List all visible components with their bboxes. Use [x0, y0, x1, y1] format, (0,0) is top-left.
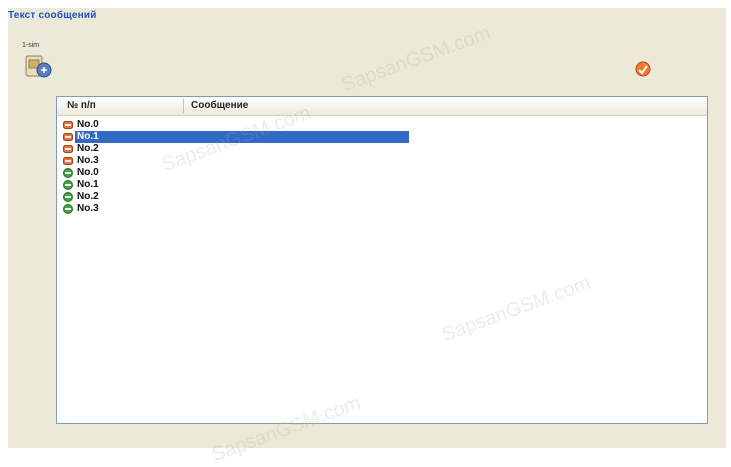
phone-message-icon: [63, 192, 73, 202]
list-item[interactable]: No.0: [57, 119, 707, 131]
sim-message-icon: [63, 156, 73, 166]
sim-message-icon: [63, 132, 73, 142]
messages-list[interactable]: № п/п Сообщение No.0 No.1 No.2 No.3 No.0 No.1…: [56, 96, 708, 424]
list-item[interactable]: No.3: [57, 203, 707, 215]
list-item-label: No.0: [77, 167, 99, 178]
messages-panel: Текст сообщений 1-sim № п/п Сообщение No…: [8, 8, 726, 466]
list-rows: No.0 No.1 No.2 No.3 No.0 No.1 No.2 No.3: [57, 119, 707, 215]
list-item[interactable]: No.2: [57, 191, 707, 203]
list-item-label: No.3: [77, 203, 99, 214]
list-item-label: No.2: [77, 191, 99, 202]
list-item[interactable]: No.3: [57, 155, 707, 167]
column-header-message[interactable]: Сообщение: [191, 100, 248, 111]
sim-card-tool-icon[interactable]: [20, 44, 54, 80]
list-item[interactable]: No.1: [57, 179, 707, 191]
column-separator[interactable]: [183, 99, 184, 113]
phone-message-icon: [63, 204, 73, 214]
list-header: № п/п Сообщение: [57, 97, 707, 116]
list-item-label: No.2: [77, 143, 99, 154]
refresh-icon[interactable]: [634, 60, 652, 78]
panel-title: Текст сообщений: [8, 10, 97, 21]
column-header-number[interactable]: № п/п: [67, 100, 96, 111]
list-item-label: No.1: [77, 179, 99, 190]
list-item-label: No.0: [77, 119, 99, 130]
list-item[interactable]: No.2: [57, 143, 707, 155]
list-item[interactable]: No.0: [57, 167, 707, 179]
tool-caption: 1-sim: [22, 42, 40, 49]
sim-message-icon: [63, 120, 73, 130]
sim-message-icon: [63, 144, 73, 154]
watermark: SapsanGSM.com: [338, 21, 494, 97]
list-item-label: No.1: [75, 131, 409, 143]
list-item-label: No.3: [77, 155, 99, 166]
phone-message-icon: [63, 180, 73, 190]
phone-message-icon: [63, 168, 73, 178]
list-item[interactable]: No.1: [57, 131, 707, 143]
